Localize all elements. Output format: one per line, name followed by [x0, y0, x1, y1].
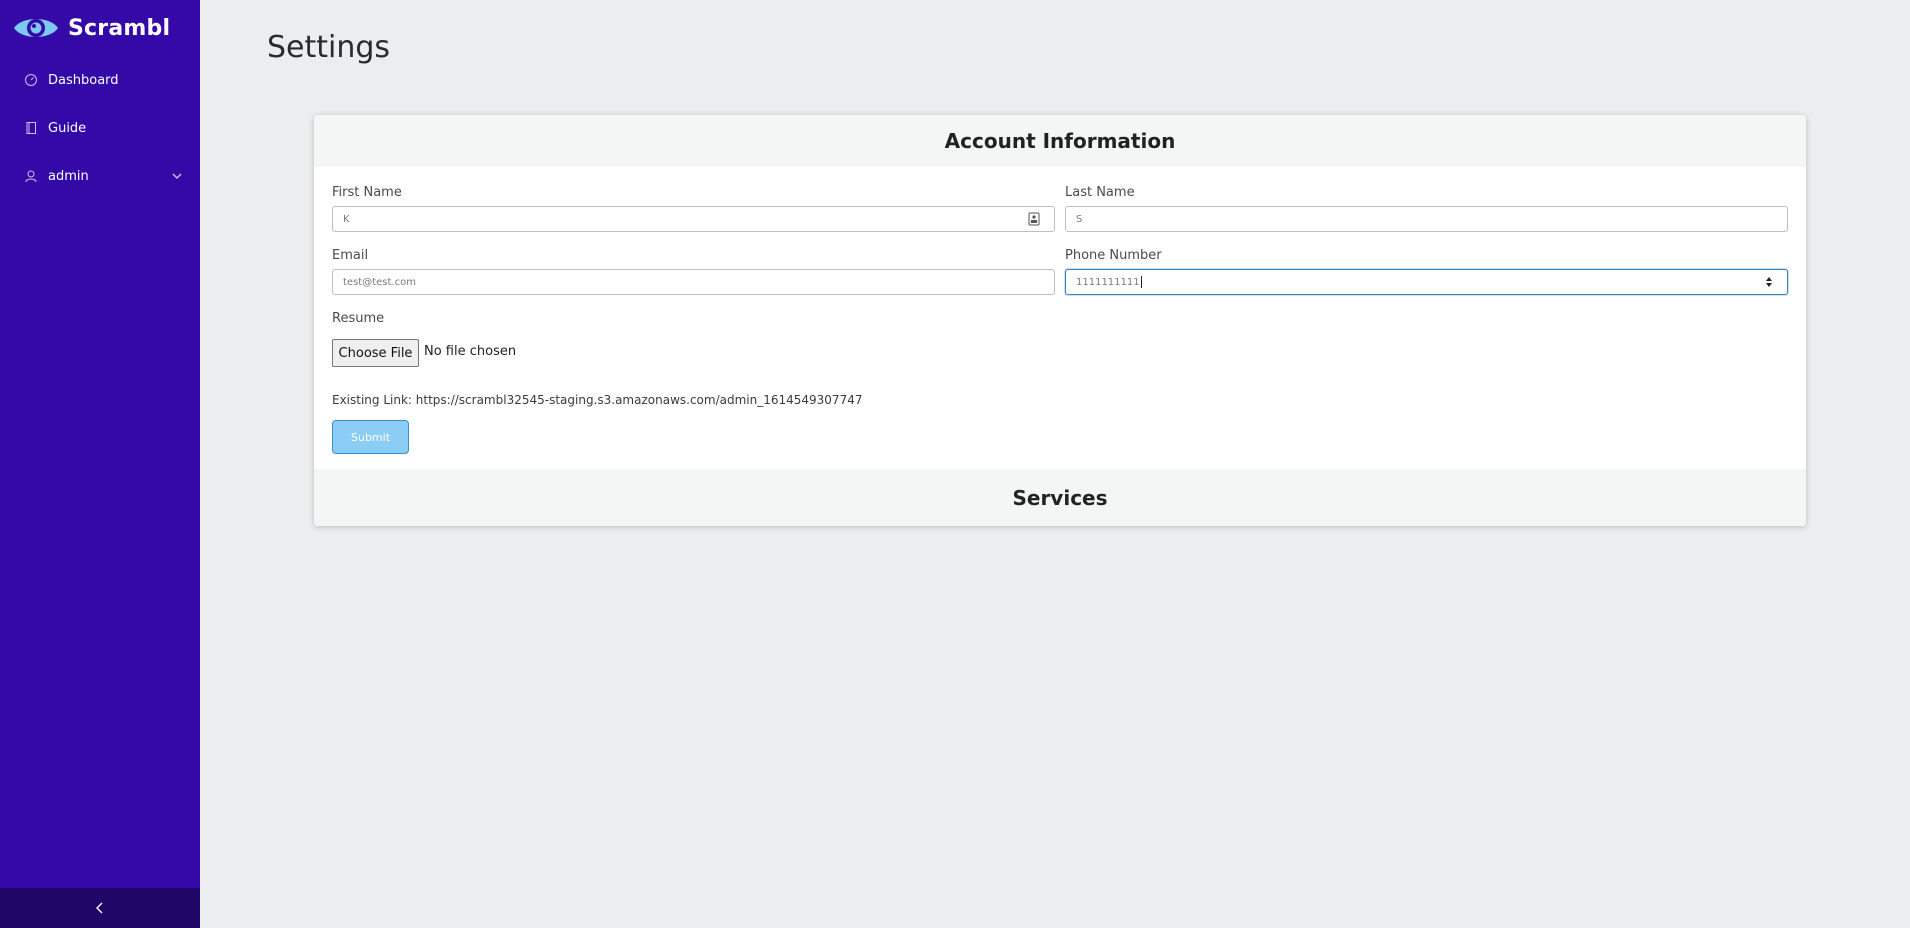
email-value: test@test.com	[343, 276, 416, 288]
sidebar-item-admin[interactable]: admin	[0, 152, 200, 200]
eye-logo-icon	[14, 19, 58, 37]
account-card: Account Information First Name K Last Na…	[314, 115, 1806, 526]
first-name-field[interactable]: K	[332, 206, 1055, 232]
sidebar: Scrambl Dashboard Guide admin	[0, 0, 200, 928]
text-caret	[1140, 276, 1142, 288]
services-header[interactable]: Services	[314, 469, 1806, 526]
email-label: Email	[332, 248, 369, 263]
chevron-down-icon[interactable]	[172, 169, 182, 184]
sidebar-item-label: admin	[48, 168, 89, 184]
resume-label: Resume	[332, 311, 385, 326]
file-status: No file chosen	[424, 344, 517, 359]
sidebar-item-dashboard[interactable]: Dashboard	[0, 56, 200, 104]
choose-file-button[interactable]: Choose File	[332, 339, 419, 367]
sidebar-item-guide[interactable]: Guide	[0, 104, 200, 152]
number-spinner-icon[interactable]	[1765, 276, 1773, 291]
account-information-header: Account Information	[314, 115, 1806, 167]
user-icon	[24, 169, 38, 183]
phone-number-field[interactable]: 1111111111	[1065, 269, 1788, 295]
existing-link: Existing Link: https://scrambl32545-stag…	[332, 393, 863, 407]
brand-name: Scrambl	[68, 15, 171, 41]
last-name-label: Last Name	[1065, 185, 1135, 200]
phone-number-value: 1111111111	[1076, 276, 1140, 288]
sidebar-minimizer[interactable]	[0, 888, 200, 928]
brand[interactable]: Scrambl	[0, 0, 200, 56]
speedometer-icon	[24, 73, 38, 87]
first-name-value: K	[343, 213, 350, 225]
sidebar-item-label: Dashboard	[48, 72, 119, 88]
page-title: Settings	[267, 30, 391, 65]
email-field[interactable]: test@test.com	[332, 269, 1055, 295]
sidebar-item-label: Guide	[48, 120, 87, 136]
chevron-left-icon	[96, 902, 103, 914]
last-name-value: S	[1076, 213, 1083, 225]
submit-button[interactable]: Submit	[332, 420, 409, 454]
contact-card-icon[interactable]	[1028, 212, 1040, 229]
phone-number-label: Phone Number	[1065, 248, 1162, 263]
last-name-field[interactable]: S	[1065, 206, 1788, 232]
book-icon	[24, 121, 38, 135]
account-form: First Name K Last Name S Email test@test…	[314, 167, 1806, 469]
first-name-label: First Name	[332, 185, 402, 200]
